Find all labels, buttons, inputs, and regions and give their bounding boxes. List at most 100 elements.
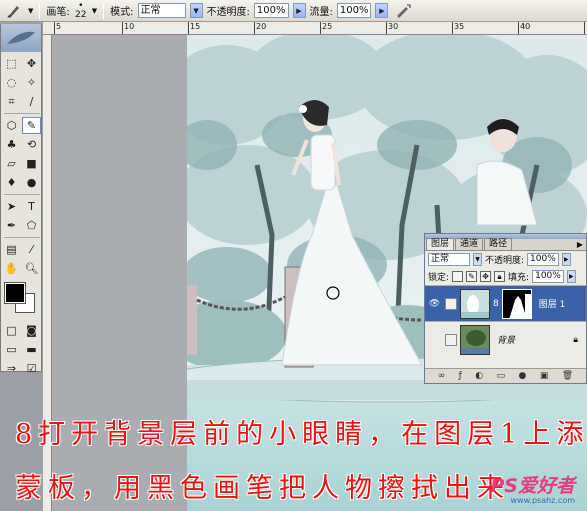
brush-preset-arrow-icon[interactable]: ▼ (28, 7, 33, 15)
layer-link-box[interactable] (445, 333, 457, 346)
blend-row: 正常 ▼ 不透明度: 100% ▶ (425, 251, 586, 268)
watermark: PS爱好者 www.psahz.com (490, 476, 575, 505)
clone-stamp-tool-icon[interactable]: ♣ (2, 136, 21, 153)
chain-link-icon[interactable]: 8 (493, 299, 499, 309)
ruler-tick (188, 22, 189, 34)
hand-tool-icon[interactable]: ✋ (2, 260, 21, 277)
lock-all-icon[interactable]: 🔒︎ (494, 271, 506, 282)
options-bar: ▼ 画笔: • 22 ▼ 模式: 正常 ▼ 不透明度: 100% ▶ 流量: 1… (0, 0, 587, 22)
panel-menu-icon[interactable]: ▶ (577, 240, 583, 249)
screen-mode-full-icon[interactable]: ▬ (22, 341, 41, 358)
brush-size-picker[interactable]: • 22 (74, 1, 88, 20)
panel-footer: ∞ ƒ ◐ ▭ ● ▣ 🗑︎ (425, 368, 586, 383)
airbrush-icon[interactable] (392, 2, 414, 20)
blend-dropdown-icon[interactable]: ▼ (473, 253, 482, 266)
watermark-logo: PS爱好者 (490, 475, 575, 497)
layer-opacity-slider-icon[interactable]: ▶ (561, 253, 571, 266)
eraser-tool-icon[interactable]: ▱ (2, 155, 21, 172)
edit-in-imageready-icon[interactable]: ☑ (22, 360, 41, 377)
layer-row-background[interactable]: 背景 🔒︎ (425, 321, 586, 357)
ruler-label: 20 (256, 22, 267, 31)
tab-layers[interactable]: 图层 (426, 238, 455, 250)
ruler-tick (584, 22, 585, 34)
brush-tool-icon[interactable] (2, 2, 24, 20)
gradient-tool-icon[interactable]: ■ (22, 155, 41, 172)
link-layers-icon[interactable]: ∞ (438, 371, 446, 381)
crop-tool-icon[interactable]: ⌗ (2, 93, 21, 110)
eye-icon[interactable]: 👁︎ (427, 296, 442, 311)
lock-icon: 🔒︎ (573, 334, 578, 345)
foreground-color-swatch[interactable] (4, 282, 26, 304)
ruler-tick (452, 22, 453, 34)
layer-name: 图层 1 (538, 300, 566, 310)
tab-channels[interactable]: 通道 (455, 238, 484, 250)
path-selection-tool-icon[interactable]: ➤ (2, 198, 21, 215)
standard-mode-icon[interactable]: □ (2, 322, 21, 339)
color-swatches[interactable] (3, 281, 39, 315)
slice-tool-icon[interactable]: ∕ (22, 93, 41, 110)
screen-mode-standard-icon[interactable]: ▭ (2, 341, 21, 358)
lock-transparent-icon[interactable] (452, 271, 464, 282)
mode-select[interactable]: 正常 (137, 3, 186, 18)
blur-tool-icon[interactable]: ♦ (2, 174, 21, 191)
opacity-slider-icon[interactable]: ▶ (292, 3, 306, 18)
type-tool-icon[interactable]: T (22, 198, 41, 215)
layer-mask-thumbnail[interactable] (501, 288, 532, 319)
layers-panel: 图层 通道 路径 ▶ 正常 ▼ 不透明度: 100% ▶ 锁定: ✎ ✥ 🔒︎ … (424, 233, 587, 384)
layer-mask-link-box[interactable] (445, 297, 457, 310)
adjustment-layer-icon[interactable]: ● (519, 371, 527, 381)
ruler-label: 10 (124, 22, 135, 31)
divider (4, 237, 40, 238)
healing-brush-tool-icon[interactable]: ⬡ (2, 117, 21, 134)
eyedropper-tool-icon[interactable]: ⁄ (22, 241, 41, 258)
tab-paths[interactable]: 路径 (484, 238, 513, 250)
brush-tool-icon[interactable]: ✎ (22, 117, 41, 134)
toolbox-header[interactable] (1, 24, 41, 52)
flow-slider-icon[interactable]: ▶ (375, 3, 389, 18)
magic-wand-tool-icon[interactable]: ✧ (22, 74, 41, 91)
notes-tool-icon[interactable]: ▤ (2, 241, 21, 258)
brush-picker-arrow-icon[interactable]: ▼ (92, 7, 97, 15)
layer-opacity-input[interactable]: 100% (527, 253, 559, 266)
new-layer-icon[interactable]: ▣ (540, 371, 549, 381)
ruler-label: 35 (454, 22, 465, 31)
lasso-tool-icon[interactable]: ◌ (2, 74, 21, 91)
add-mask-icon[interactable]: ◐ (475, 371, 483, 381)
flow-label: 流量: (309, 7, 333, 18)
lock-position-icon[interactable]: ✥ (480, 271, 492, 282)
pen-tool-icon[interactable]: ✒ (2, 217, 21, 234)
watermark-url: www.psahz.com (510, 496, 575, 505)
move-tool-icon[interactable]: ✥ (22, 55, 41, 72)
vertical-ruler (43, 35, 52, 511)
lock-label: 锁定: (428, 273, 450, 283)
feather-logo-icon (7, 31, 35, 44)
horizontal-ruler: 5 10 15 20 25 30 35 40 (43, 22, 587, 35)
ruler-label: 30 (388, 22, 399, 31)
marquee-tool-icon[interactable]: ⬚ (2, 55, 21, 72)
fill-slider-icon[interactable]: ▶ (566, 270, 576, 283)
quick-mask-mode-icon[interactable]: ◙ (22, 322, 41, 339)
mode-dropdown-icon[interactable]: ▼ (189, 3, 203, 18)
dodge-tool-icon[interactable]: ● (22, 174, 41, 191)
blend-mode-select[interactable]: 正常 (428, 253, 470, 266)
layer-style-icon[interactable]: ƒ (459, 371, 462, 381)
lock-pixels-icon[interactable]: ✎ (466, 271, 478, 282)
layer-row-layer1[interactable]: 👁︎ 8 图层 1 (425, 285, 586, 321)
history-brush-tool-icon[interactable]: ⟲ (22, 136, 41, 153)
divider (4, 194, 40, 195)
flow-input[interactable]: 100% (336, 3, 372, 18)
mode-label: 模式: (110, 7, 134, 18)
eye-hidden-icon[interactable] (427, 332, 442, 347)
ruler-label: 15 (190, 22, 201, 31)
layer-thumbnail (460, 324, 490, 355)
opacity-input[interactable]: 100% (253, 3, 289, 18)
ruler-tick (54, 22, 55, 34)
zoom-tool-icon[interactable]: 🔍︎ (22, 260, 41, 277)
fill-label: 填充: (508, 273, 530, 283)
delete-layer-icon[interactable]: 🗑︎ (562, 371, 573, 381)
brush-size-value: 22 (75, 9, 87, 20)
new-set-icon[interactable]: ▭ (497, 371, 506, 381)
fill-input[interactable]: 100% (532, 270, 564, 283)
shape-tool-icon[interactable]: ⬠ (22, 217, 41, 234)
jump-to-imageready-icon[interactable]: ⇒ (2, 360, 21, 377)
